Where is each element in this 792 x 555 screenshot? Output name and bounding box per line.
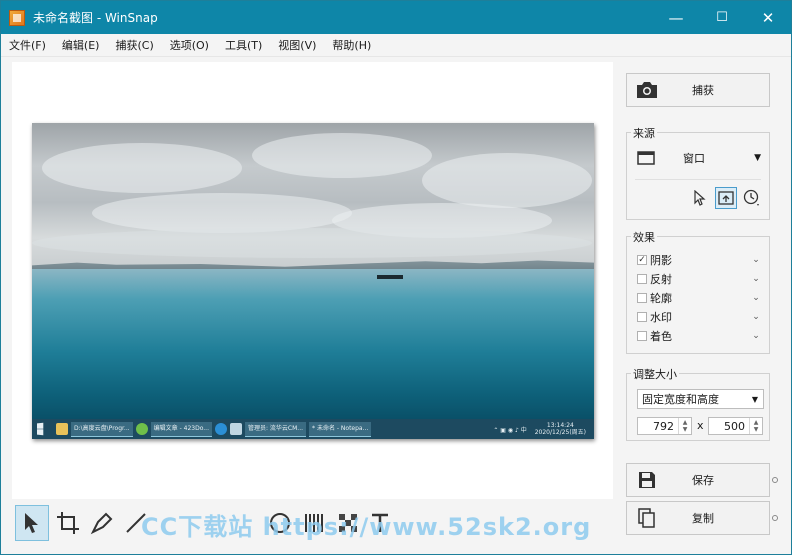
window-icon	[637, 151, 655, 165]
clock-icon	[743, 189, 759, 206]
folder-icon	[56, 423, 68, 435]
crop-icon	[57, 512, 79, 534]
copy-options-dot[interactable]	[772, 515, 778, 521]
menu-bar: 文件(F) 编辑(E) 捕获(C) 选项(O) 工具(T) 视图(V) 帮助(H…	[1, 34, 791, 57]
winsnap-window: 未命名截图 - WinSnap — ☐ ✕ 文件(F) 编辑(E) 捕获(C) …	[0, 0, 792, 555]
crop-tool[interactable]	[51, 505, 85, 541]
maximize-button[interactable]: ☐	[699, 1, 745, 34]
capture-label: 捕获	[692, 84, 714, 97]
cursor-icon	[25, 513, 38, 533]
sea-image	[32, 269, 594, 419]
effect-shadow-row[interactable]: ✓ 阴影 ⌄	[637, 251, 761, 269]
menu-help[interactable]: 帮助(H)	[324, 37, 379, 53]
taskbar-item-notepad: * 未命名 - Notepa...	[309, 421, 372, 437]
resize-title: 调整大小	[631, 366, 679, 382]
effects-title: 效果	[631, 229, 657, 245]
outline-label: 轮廓	[650, 292, 672, 305]
clock-date: 2020/12/25(周五)	[534, 429, 586, 436]
source-title: 来源	[631, 125, 657, 141]
capture-button[interactable]: 捕获	[626, 73, 770, 107]
system-tray: ⌃ ▣ ◉ ♪ 中 13:14:24 2020/12/25(周五)	[493, 422, 586, 436]
taskbar-item-editor: 编辑文章 - 423Do...	[150, 421, 212, 437]
chevron-down-icon[interactable]: ⌄	[751, 255, 761, 265]
copy-button[interactable]: 复制	[626, 501, 770, 535]
copy-icon	[627, 508, 667, 528]
width-spinner[interactable]: 792 ▲ ▼	[637, 417, 692, 435]
effect-reflection-row[interactable]: 反射 ⌄	[637, 270, 761, 288]
region-capture-button[interactable]	[715, 187, 737, 209]
save-options-dot[interactable]	[772, 477, 778, 483]
camera-icon	[627, 80, 667, 100]
effect-outline-row[interactable]: 轮廓 ⌄	[637, 289, 761, 307]
app-icon	[9, 9, 25, 26]
shadow-label: 阴影	[650, 254, 672, 267]
menu-options[interactable]: 选项(O)	[162, 37, 217, 53]
pen-icon	[90, 512, 113, 535]
shadow-checkbox[interactable]: ✓	[637, 255, 647, 265]
chevron-down-icon[interactable]: ⌄	[751, 331, 761, 341]
source-mode-dropdown[interactable]: 窗口 ▼	[637, 147, 761, 169]
window-title: 未命名截图 - WinSnap	[33, 11, 158, 25]
clock-time: 13:14:24	[546, 422, 574, 429]
desktop-taskbar: D:\高度云盘\Progr... 编辑文章 - 423Do... 管理员: 流华…	[32, 419, 594, 439]
dropdown-arrow-icon: ▼	[751, 394, 758, 404]
minimize-button[interactable]: —	[653, 1, 699, 34]
timer-button[interactable]	[741, 187, 763, 209]
outline-checkbox[interactable]	[637, 293, 647, 303]
pen-tool[interactable]	[85, 505, 119, 541]
spinner-arrows-icon[interactable]: ▲ ▼	[749, 418, 762, 434]
menu-tools[interactable]: 工具(T)	[217, 37, 270, 53]
effect-watermark-row[interactable]: 水印 ⌄	[637, 308, 761, 326]
title-bar[interactable]: 未命名截图 - WinSnap — ☐ ✕	[1, 1, 791, 34]
chevron-down-icon[interactable]: ⌄	[751, 274, 761, 284]
close-button[interactable]: ✕	[745, 1, 791, 34]
pointer-capture-button[interactable]	[689, 187, 711, 209]
menu-file[interactable]: 文件(F)	[1, 37, 54, 53]
size-separator: x	[697, 419, 704, 432]
resize-mode-select[interactable]: 固定宽度和高度 ▼	[637, 389, 764, 409]
taskbar-clock: 13:14:24 2020/12/25(周五)	[535, 422, 586, 436]
save-button[interactable]: 保存	[626, 463, 770, 497]
boat-silhouette	[377, 275, 403, 279]
pointer-icon	[694, 190, 706, 206]
tray-icons: ⌃ ▣ ◉ ♪ 中	[493, 426, 527, 434]
menu-capture[interactable]: 捕获(C)	[107, 37, 161, 53]
reflection-label: 反射	[650, 273, 672, 286]
resize-group: 调整大小 固定宽度和高度 ▼ 792 ▲ ▼ x 500 ▲ ▼	[626, 366, 770, 441]
app-icon-green	[135, 423, 148, 435]
file-icon	[230, 423, 242, 435]
reflection-checkbox[interactable]	[637, 274, 647, 284]
watermark-checkbox[interactable]	[637, 312, 647, 322]
captured-screenshot[interactable]: D:\高度云盘\Progr... 编辑文章 - 423Do... 管理员: 流华…	[32, 123, 594, 439]
edge-icon	[215, 423, 227, 435]
tint-checkbox[interactable]	[637, 331, 647, 341]
chevron-down-icon[interactable]: ⌄	[751, 293, 761, 303]
taskbar-item-explorer: D:\高度云盘\Progr...	[71, 421, 133, 437]
source-mode-label: 窗口	[683, 152, 705, 165]
save-label: 保存	[692, 474, 714, 487]
effect-tint-row[interactable]: 着色 ⌄	[637, 327, 761, 345]
dropdown-arrow-icon: ▼	[754, 153, 761, 163]
menu-edit[interactable]: 编辑(E)	[54, 37, 108, 53]
windows-start-icon	[37, 422, 44, 436]
effects-group: 效果 ✓ 阴影 ⌄ 反射 ⌄ 轮廓 ⌄ 水印 ⌄ 着色 ⌄	[626, 229, 770, 354]
height-spinner[interactable]: 500 ▲ ▼	[708, 417, 763, 435]
select-tool[interactable]	[15, 505, 49, 541]
menu-view[interactable]: 视图(V)	[270, 37, 324, 53]
height-value: 500	[724, 419, 745, 433]
resize-mode-value: 固定宽度和高度	[642, 393, 719, 406]
chevron-down-icon[interactable]: ⌄	[751, 312, 761, 322]
region-icon	[718, 191, 734, 205]
source-group: 来源 窗口 ▼	[626, 125, 770, 220]
copy-label: 复制	[692, 512, 714, 525]
save-icon	[627, 471, 667, 489]
spinner-arrows-icon[interactable]: ▲ ▼	[678, 418, 691, 434]
sky-image	[32, 123, 594, 267]
taskbar-item-cmd: 管理员: 流华云CM...	[245, 421, 307, 437]
tint-label: 着色	[650, 330, 672, 343]
watermark-label: 水印	[650, 311, 672, 324]
watermark-text: CC下载站 https://www.52sk2.org	[141, 513, 592, 541]
width-value: 792	[653, 419, 674, 433]
source-divider	[635, 179, 761, 180]
